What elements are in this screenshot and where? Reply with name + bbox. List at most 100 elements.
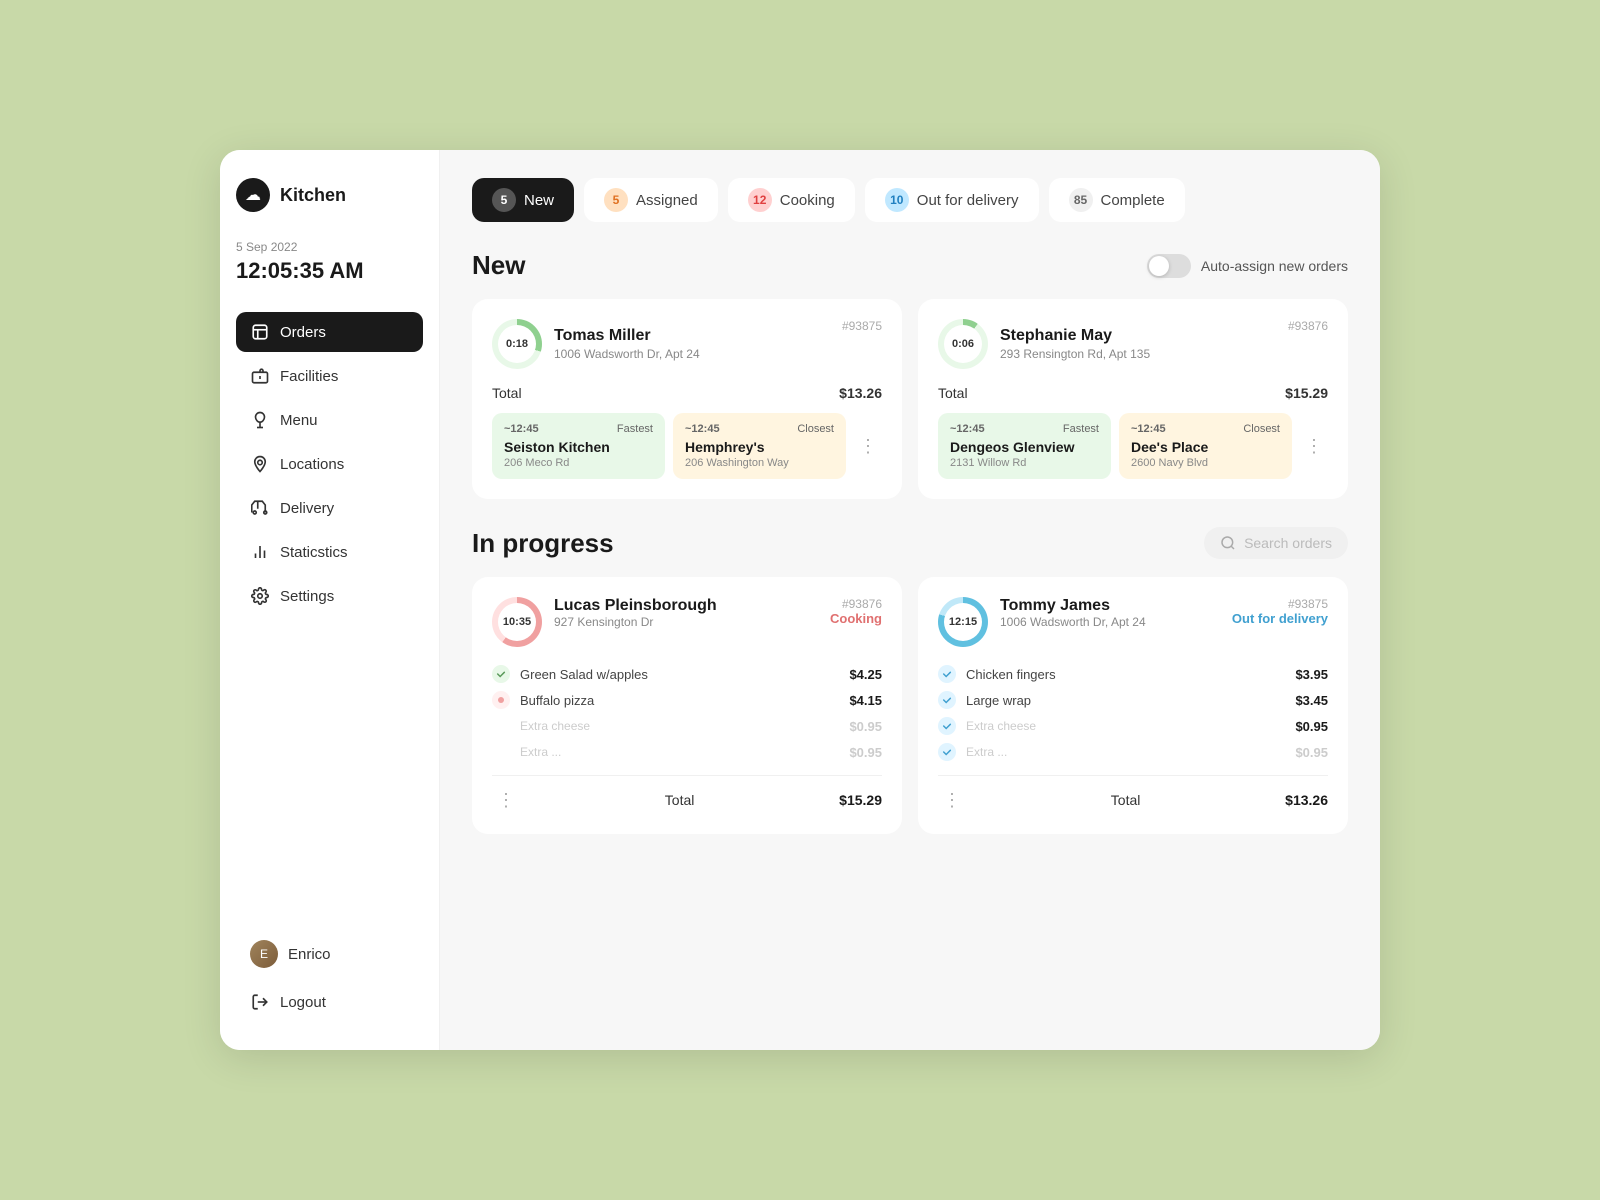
menu-icon xyxy=(250,410,270,430)
item-check-empty2 xyxy=(492,743,510,761)
card-1-closest-addr: 206 Washington Way xyxy=(685,457,834,469)
card-2-total: Total $15.29 xyxy=(938,385,1328,401)
prog-2-item-1-name: Chicken fingers xyxy=(966,667,1285,682)
search-placeholder: Search orders xyxy=(1244,535,1332,551)
item-4-name: Extra ... xyxy=(520,745,839,759)
card-2-total-label: Total xyxy=(938,385,968,401)
card-1-fastest[interactable]: ~12:45 Fastest Seiston Kitchen 206 Meco … xyxy=(492,413,665,479)
sidebar-item-locations-label: Locations xyxy=(280,456,344,473)
progress-card-2: 12:15 Tommy James 1006 Wadsworth Dr, Apt… xyxy=(918,577,1348,834)
main-content: 5 New 5 Assigned 12 Cooking 10 Out for d… xyxy=(440,150,1380,1050)
item-3-price: $0.95 xyxy=(849,719,882,734)
prog-2-header: 12:15 Tommy James 1006 Wadsworth Dr, Apt… xyxy=(938,597,1328,647)
card-2-locations: ~12:45 Fastest Dengeos Glenview 2131 Wil… xyxy=(938,413,1328,479)
card-2-closest[interactable]: ~12:45 Closest Dee's Place 2600 Navy Blv… xyxy=(1119,413,1292,479)
progress-orders-grid: 10:35 Lucas Pleinsborough 927 Kensington… xyxy=(472,577,1348,834)
card-1-closest[interactable]: ~12:45 Closest Hemphrey's 206 Washington… xyxy=(673,413,846,479)
prog-1-total: $15.29 xyxy=(839,792,882,808)
logout-label: Logout xyxy=(280,994,326,1011)
sidebar-item-delivery[interactable]: Delivery xyxy=(236,488,423,528)
item-1-name: Green Salad w/apples xyxy=(520,667,839,682)
statistics-icon xyxy=(250,542,270,562)
prog-2-total-label: Total xyxy=(1111,792,1141,808)
card-1-info: Tomas Miller 1006 Wadsworth Dr, Apt 24 xyxy=(554,327,700,361)
sidebar-item-orders-label: Orders xyxy=(280,324,326,341)
app-container: ☁ Kitchen 5 Sep 2022 12:05:35 AM Orders … xyxy=(220,150,1380,1050)
item-check-done xyxy=(492,665,510,683)
tab-assigned-badge: 5 xyxy=(604,188,628,212)
tab-complete[interactable]: 85 Complete xyxy=(1049,178,1185,222)
locations-icon xyxy=(250,454,270,474)
card-1-closest-name: Hemphrey's xyxy=(685,439,834,455)
sidebar-item-settings[interactable]: Settings xyxy=(236,576,423,616)
card-2-fastest-time: ~12:45 xyxy=(950,423,985,435)
prog-2-item-3-name: Extra cheese xyxy=(966,719,1285,733)
sidebar-item-menu[interactable]: Menu xyxy=(236,400,423,440)
prog-2-item-3: Extra cheese $0.95 xyxy=(938,713,1328,739)
sidebar-item-menu-label: Menu xyxy=(280,412,318,429)
prog-1-footer: ⋮ Total $15.29 xyxy=(492,775,882,814)
progress-section-title: In progress xyxy=(472,528,614,559)
prog-2-item-1-price: $3.95 xyxy=(1295,667,1328,682)
sidebar-item-orders[interactable]: Orders xyxy=(236,312,423,352)
sidebar-item-statistics[interactable]: Staticstics xyxy=(236,532,423,572)
card-2-fastest-type: Fastest xyxy=(1063,423,1099,435)
card-2-customer: 0:06 Stephanie May 293 Rensington Rd, Ap… xyxy=(938,319,1150,369)
prog-2-item-2: Large wrap $3.45 xyxy=(938,687,1328,713)
prog-2-item-4-price: $0.95 xyxy=(1295,745,1328,760)
new-orders-grid: 0:18 Tomas Miller 1006 Wadsworth Dr, Apt… xyxy=(472,299,1348,499)
tab-cooking-label: Cooking xyxy=(780,192,835,209)
prog-2-footer: ⋮ Total $13.26 xyxy=(938,775,1328,814)
settings-icon xyxy=(250,586,270,606)
sidebar-logo: ☁ Kitchen xyxy=(236,178,423,212)
prog-1-total-label: Total xyxy=(665,792,695,808)
prog-1-id-status: #93876 Cooking xyxy=(830,597,882,626)
prog-1-status: Cooking xyxy=(830,611,882,626)
card-1-total-label: Total xyxy=(492,385,522,401)
prog-1-item-4: Extra ... $0.95 xyxy=(492,739,882,765)
prog-1-more-button[interactable]: ⋮ xyxy=(492,786,520,814)
card-2-name: Stephanie May xyxy=(1000,327,1150,345)
card-2-closest-type: Closest xyxy=(1243,423,1280,435)
prog-2-timer-text: 12:15 xyxy=(944,603,982,641)
tab-cooking[interactable]: 12 Cooking xyxy=(728,178,855,222)
card-1-header: 0:18 Tomas Miller 1006 Wadsworth Dr, Apt… xyxy=(492,319,882,369)
prog-1-name: Lucas Pleinsborough xyxy=(554,597,818,615)
card-2-fastest-addr: 2131 Willow Rd xyxy=(950,457,1099,469)
logout-icon xyxy=(250,992,270,1012)
auto-assign-control: Auto-assign new orders xyxy=(1147,254,1348,278)
sidebar-item-facilities[interactable]: Facilities xyxy=(236,356,423,396)
prog-2-name: Tommy James xyxy=(1000,597,1220,615)
item-4-price: $0.95 xyxy=(849,745,882,760)
card-1-address: 1006 Wadsworth Dr, Apt 24 xyxy=(554,347,700,361)
tab-new[interactable]: 5 New xyxy=(472,178,574,222)
search-icon xyxy=(1220,535,1236,551)
tab-assigned[interactable]: 5 Assigned xyxy=(584,178,718,222)
card-2-header: 0:06 Stephanie May 293 Rensington Rd, Ap… xyxy=(938,319,1328,369)
tab-new-badge: 5 xyxy=(492,188,516,212)
sidebar-item-locations[interactable]: Locations xyxy=(236,444,423,484)
card-1-more-button[interactable]: ⋮ xyxy=(854,432,882,460)
prog-2-item-2-name: Large wrap xyxy=(966,693,1285,708)
app-title: Kitchen xyxy=(280,185,346,206)
user-profile[interactable]: E Enrico xyxy=(236,930,423,978)
prog-2-more-button[interactable]: ⋮ xyxy=(938,786,966,814)
card-1-fastest-type: Fastest xyxy=(617,423,653,435)
new-order-card-1: 0:18 Tomas Miller 1006 Wadsworth Dr, Apt… xyxy=(472,299,902,499)
prog-1-id: #93876 xyxy=(842,597,882,611)
prog-2-item-1: Chicken fingers $3.95 xyxy=(938,661,1328,687)
sidebar-bottom: E Enrico Logout xyxy=(236,930,423,1022)
card-1-fastest-time: ~12:45 xyxy=(504,423,539,435)
prog-2-address: 1006 Wadsworth Dr, Apt 24 xyxy=(1000,615,1220,629)
card-2-more-button[interactable]: ⋮ xyxy=(1300,432,1328,460)
prog-2-total: $13.26 xyxy=(1285,792,1328,808)
search-box[interactable]: Search orders xyxy=(1204,527,1348,559)
item-check-blue-2 xyxy=(938,691,956,709)
tab-out-for-delivery[interactable]: 10 Out for delivery xyxy=(865,178,1039,222)
tab-complete-badge: 85 xyxy=(1069,188,1093,212)
auto-assign-toggle[interactable] xyxy=(1147,254,1191,278)
logout-button[interactable]: Logout xyxy=(236,982,423,1022)
card-2-fastest[interactable]: ~12:45 Fastest Dengeos Glenview 2131 Wil… xyxy=(938,413,1111,479)
prog-1-info: Lucas Pleinsborough 927 Kensington Dr xyxy=(554,597,818,629)
new-section-title: New xyxy=(472,250,525,281)
